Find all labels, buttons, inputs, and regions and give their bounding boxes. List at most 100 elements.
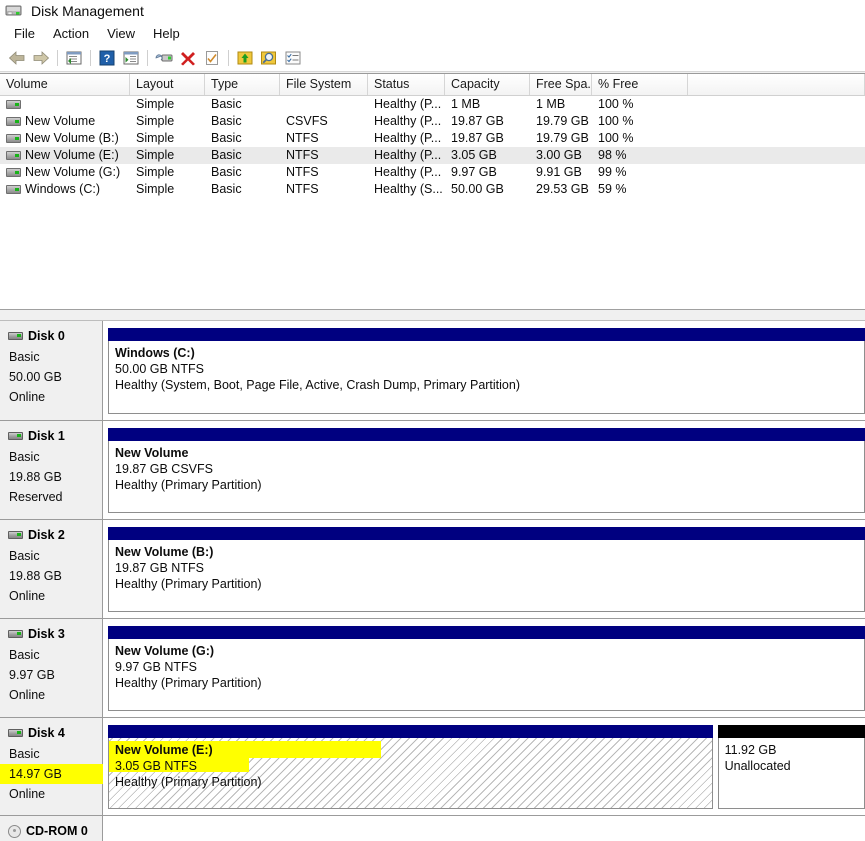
- list-checkbox-icon: [285, 51, 301, 65]
- volume-row[interactable]: New Volume (E:) Simple Basic NTFS Healthy (P…: [0, 147, 865, 164]
- rescan-disks-button[interactable]: [233, 47, 257, 69]
- cell-volume: [0, 100, 130, 109]
- green-up-arrow-icon: [237, 51, 253, 65]
- column-header-type[interactable]: Type: [205, 74, 280, 95]
- menu-file[interactable]: File: [6, 24, 45, 43]
- disk-panel[interactable]: Disk 4 Basic 14.97 GB Online New Volume (E:)…: [0, 718, 865, 816]
- column-header-layout[interactable]: Layout: [130, 74, 205, 95]
- disk-type: Basic: [9, 450, 40, 464]
- cell-volume: New Volume (E:): [0, 147, 130, 164]
- disk-name: CD-ROM 0: [26, 824, 88, 838]
- volume-label: New Volume: [25, 114, 96, 128]
- volume-row[interactable]: New Volume (G:) Simple Basic NTFS Healthy (P…: [0, 164, 865, 181]
- partition-color-bar: [108, 725, 713, 738]
- volume-row[interactable]: New Volume Simple Basic CSVFS Healthy (P... 1…: [0, 113, 865, 130]
- column-header-status[interactable]: Status: [368, 74, 445, 95]
- up-one-level-button[interactable]: [62, 47, 86, 69]
- column-header-capacity[interactable]: Capacity: [445, 74, 530, 95]
- partition-status: Healthy (Primary Partition): [115, 577, 262, 591]
- partition-body[interactable]: Windows (C:) 50.00 GB NTFS Healthy (System…: [108, 341, 865, 414]
- disk-info-panel[interactable]: CD-ROM 0: [0, 816, 103, 841]
- cell-volume: Windows (C:): [0, 181, 130, 198]
- column-header-file-system[interactable]: File System: [280, 74, 368, 95]
- disk-panel[interactable]: Disk 3 Basic 9.97 GB Online New Volume (G:) 9…: [0, 619, 865, 718]
- disk-icon: [8, 630, 23, 638]
- partition-body[interactable]: New Volume (B:) 19.87 GB NTFS Healthy (Pri…: [108, 540, 865, 612]
- volume-row[interactable]: New Volume (B:) Simple Basic NTFS Healthy (P…: [0, 130, 865, 147]
- show-hide-console-tree-button[interactable]: [119, 47, 143, 69]
- menu-view[interactable]: View: [99, 24, 145, 43]
- volume-row[interactable]: Windows (C:) Simple Basic NTFS Healthy (S...…: [0, 181, 865, 198]
- disk-panel[interactable]: CD-ROM 0: [0, 816, 865, 841]
- partition[interactable]: New Volume 19.87 GB CSVFS Healthy (Primary…: [108, 428, 865, 513]
- cell-status: Healthy (P...: [374, 114, 442, 128]
- cell-free-space: 1 MB: [536, 97, 566, 111]
- partition[interactable]: 11.92 GB Unallocated: [717, 725, 865, 809]
- toolbar-separator: [228, 50, 229, 66]
- properties-button[interactable]: [152, 47, 176, 69]
- search-button[interactable]: [257, 47, 281, 69]
- disk-partitions: Windows (C:) 50.00 GB NTFS Healthy (System…: [103, 321, 865, 420]
- cell-status: Healthy (P...: [374, 148, 442, 162]
- disk-icon: [8, 432, 23, 440]
- partition-size: 50.00 GB NTFS: [115, 362, 204, 376]
- help-button[interactable]: ?: [95, 47, 119, 69]
- refresh-button[interactable]: [200, 47, 224, 69]
- volume-disk-icon: [6, 134, 21, 143]
- disk-type: Basic: [9, 549, 40, 563]
- disk-info-panel[interactable]: Disk 0 Basic 50.00 GB Online: [0, 321, 103, 420]
- disk-title: CD-ROM 0: [8, 824, 102, 838]
- partition-body[interactable]: 11.92 GB Unallocated: [717, 738, 865, 809]
- volume-row[interactable]: Simple Basic Healthy (P... 1 MB 1 MB 100 %: [0, 96, 865, 113]
- cell-file-system: NTFS: [286, 182, 319, 196]
- column-header-free[interactable]: % Free: [592, 74, 688, 95]
- cell-type: Basic: [211, 165, 242, 179]
- properties-icon: [155, 54, 173, 62]
- disk-info-panel[interactable]: Disk 3 Basic 9.97 GB Online: [0, 619, 103, 717]
- magnifier-icon: [261, 51, 276, 65]
- column-header-blank[interactable]: [688, 74, 865, 95]
- partition[interactable]: New Volume (E:) 3.05 GB NTFS Healthy (Prim…: [108, 725, 713, 809]
- column-header-volume[interactable]: Volume: [0, 74, 130, 95]
- window-title: Disk Management: [31, 3, 144, 19]
- cell-volume: New Volume (B:): [0, 130, 130, 147]
- partition-body[interactable]: New Volume (E:) 3.05 GB NTFS Healthy (Prim…: [108, 738, 713, 809]
- volume-list-header: Volume Layout Type File System Status Capacit…: [0, 74, 865, 96]
- disk-icon: [8, 332, 23, 340]
- disk-info-panel[interactable]: Disk 2 Basic 19.88 GB Online: [0, 520, 103, 618]
- partition-status: Healthy (System, Boot, Page File, Active…: [115, 378, 520, 392]
- pane-splitter[interactable]: [0, 309, 865, 321]
- partition[interactable]: Windows (C:) 50.00 GB NTFS Healthy (System…: [108, 328, 865, 414]
- disk-state: Online: [9, 688, 46, 702]
- partition-size: 9.97 GB NTFS: [115, 660, 197, 674]
- list-view-button[interactable]: [281, 47, 305, 69]
- disk-panel[interactable]: Disk 0 Basic 50.00 GB Online Windows (C:) 50.…: [0, 321, 865, 421]
- back-button[interactable]: [5, 47, 29, 69]
- disk-info-panel[interactable]: Disk 4 Basic 14.97 GB Online: [0, 718, 103, 815]
- forward-button[interactable]: [29, 47, 53, 69]
- cell-pct-free: 100 %: [598, 131, 634, 145]
- partition[interactable]: New Volume (G:) 9.97 GB NTFS Healthy (Prim…: [108, 626, 865, 711]
- menu-action[interactable]: Action: [45, 24, 99, 43]
- volume-label: Windows (C:): [25, 182, 101, 196]
- cell-free-space: 19.79 GB: [536, 131, 589, 145]
- disk-panel[interactable]: Disk 1 Basic 19.88 GB Reserved New Volume 19.…: [0, 421, 865, 520]
- menu-help[interactable]: Help: [145, 24, 190, 43]
- cell-layout: Simple: [136, 97, 175, 111]
- cell-capacity: 9.97 GB: [451, 165, 497, 179]
- partition-body[interactable]: New Volume 19.87 GB CSVFS Healthy (Primary…: [108, 441, 865, 513]
- delete-button[interactable]: [176, 47, 200, 69]
- cell-capacity: 3.05 GB: [451, 148, 497, 162]
- column-header-free-spa[interactable]: Free Spa...: [530, 74, 592, 95]
- partition-status: Healthy (Primary Partition): [115, 478, 262, 492]
- disk-panel[interactable]: Disk 2 Basic 19.88 GB Online New Volume (B:)…: [0, 520, 865, 619]
- cell-type: Basic: [211, 131, 242, 145]
- cell-pct-free: 100 %: [598, 114, 634, 128]
- volume-list-pane: Volume Layout Type File System Status Capacit…: [0, 73, 865, 309]
- cell-status: Healthy (S...: [374, 182, 443, 196]
- partition[interactable]: New Volume (B:) 19.87 GB NTFS Healthy (Pri…: [108, 527, 865, 612]
- partition-body[interactable]: New Volume (G:) 9.97 GB NTFS Healthy (Prim…: [108, 639, 865, 711]
- disk-info-panel[interactable]: Disk 1 Basic 19.88 GB Reserved: [0, 421, 103, 519]
- disk-partitions: [103, 816, 865, 841]
- partition-label: New Volume (B:): [115, 545, 214, 559]
